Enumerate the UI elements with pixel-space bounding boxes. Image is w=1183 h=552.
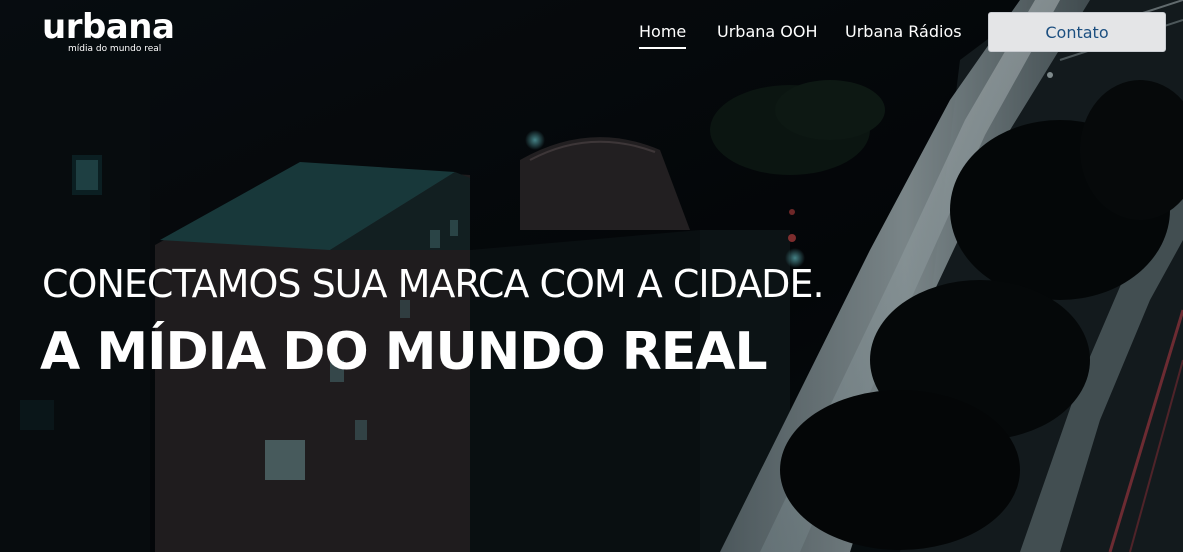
hero-headline: CONECTAMOS SUA MARCA COM A CIDADE. [42, 262, 825, 306]
hero-subheadline: A MÍDIA DO MUNDO REAL [40, 322, 768, 382]
site-header: urbana mídia do mundo real Home Urbana O… [0, 0, 1183, 70]
brand-tagline: mídia do mundo real [68, 44, 162, 54]
contact-button[interactable]: Contato [988, 12, 1166, 52]
hero-section: urbana mídia do mundo real Home Urbana O… [0, 0, 1183, 552]
nav-item-urbana-ooh[interactable]: Urbana OOH [717, 21, 818, 43]
nav-item-urbana-radios[interactable]: Urbana Rádios [845, 21, 962, 43]
nav-item-home[interactable]: Home [639, 21, 687, 49]
brand-name: urbana [42, 7, 175, 47]
brand-logo[interactable]: urbana mídia do mundo real [42, 8, 192, 58]
